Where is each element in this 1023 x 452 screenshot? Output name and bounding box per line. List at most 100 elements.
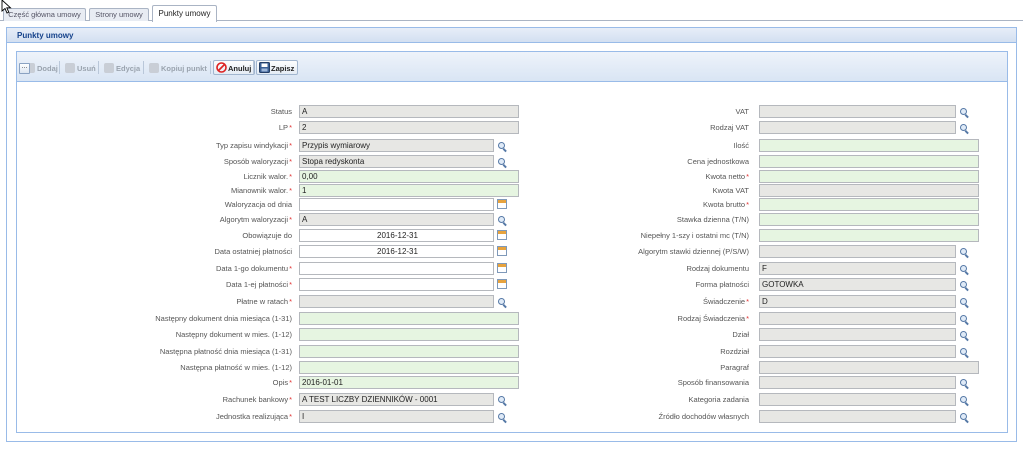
opis-field[interactable]: 2016-01-01: [299, 376, 519, 389]
jednostka-realizujaca-field[interactable]: I: [299, 410, 494, 423]
nastepny-dokument-dnia-miesiaca-1-31-field[interactable]: [299, 312, 519, 325]
ilosc-field[interactable]: [759, 139, 979, 152]
rodzaj-vat-field[interactable]: [759, 121, 956, 134]
calendar-icon[interactable]: [497, 279, 507, 289]
kwota-brutto-field[interactable]: [759, 198, 979, 211]
edit-button[interactable]: Edycja: [101, 60, 144, 75]
nastepna-platnosc-w-mies-1-12-field[interactable]: [299, 361, 519, 374]
dzial-label-text: Dział: [732, 330, 749, 339]
sposob-waloryzacji-field[interactable]: Stopa redyskonta: [299, 155, 494, 168]
search-icon[interactable]: [959, 330, 970, 342]
search-icon[interactable]: [959, 280, 970, 292]
ilosc-label: Ilość: [734, 141, 749, 150]
calendar-icon[interactable]: [497, 230, 507, 240]
zrodlo-dochodow-wlasnych-field[interactable]: [759, 410, 956, 423]
toolbar-separator: [98, 61, 99, 74]
rodzaj-dokumentu-field[interactable]: F: [759, 262, 956, 275]
kwota-brutto-label: Kwota brutto*: [703, 200, 749, 209]
search-icon[interactable]: [497, 297, 508, 309]
status-field[interactable]: A: [299, 105, 519, 118]
search-icon[interactable]: [497, 395, 508, 407]
cena-jednostkowa-field[interactable]: [759, 155, 979, 168]
toolbar: Dodaj Usuń Edycja Kopiuj punkt Anuluj Za…: [17, 52, 1007, 82]
dzial-field[interactable]: [759, 328, 956, 341]
search-icon[interactable]: [959, 247, 970, 259]
waloryzacja-od-dnia-field[interactable]: [299, 198, 494, 211]
search-icon[interactable]: [959, 378, 970, 390]
kwota-netto-field[interactable]: [759, 170, 979, 183]
more-options-button[interactable]: ...: [19, 63, 30, 74]
search-icon[interactable]: [497, 141, 508, 153]
nastepna-platnosc-w-mies-1-12-label-text: Następna płatność w mies. (1-12): [180, 363, 292, 372]
search-icon[interactable]: [959, 314, 970, 326]
stawka-dzienna-t-n-field[interactable]: [759, 213, 979, 226]
paragraf-field[interactable]: [759, 361, 979, 374]
rozdzial-field[interactable]: [759, 345, 956, 358]
required-marker: *: [289, 172, 292, 181]
rachunek-bankowy-field[interactable]: A TEST LICZBY DZIENNIKÓW - 0001: [299, 393, 494, 406]
tab-bar: Część główna umowy Strony umowy Punkty u…: [0, 0, 1023, 22]
nastepny-dokument-w-mies-1-12-field[interactable]: [299, 328, 519, 341]
algorytm-stawki-dziennej-p-s-w-label-text: Algorytm stawki dziennej (P/S/W): [638, 247, 749, 256]
search-icon[interactable]: [959, 123, 970, 135]
lp-field[interactable]: 2: [299, 121, 519, 134]
kwota-brutto-label-text: Kwota brutto: [702, 200, 746, 209]
save-button[interactable]: Zapisz: [256, 60, 299, 75]
kwota-vat-label: Kwota VAT: [713, 186, 749, 195]
niepelny-1-szy-i-ostatni-mc-t-n-field[interactable]: [759, 229, 979, 242]
platne-w-ratach-field[interactable]: [299, 295, 494, 308]
required-marker: *: [289, 141, 292, 150]
swiadczenie-label: Świadczenie*: [703, 297, 749, 306]
search-icon[interactable]: [497, 412, 508, 424]
rodzaj-dokumentu-label: Rodzaj dokumentu: [686, 264, 749, 273]
zrodlo-dochodow-wlasnych-label-text: Źródło dochodów własnych: [658, 412, 749, 421]
search-icon[interactable]: [497, 215, 508, 227]
nastepna-platnosc-dnia-miesiaca-1-31-field[interactable]: [299, 345, 519, 358]
zrodlo-dochodow-wlasnych-label: Źródło dochodów własnych: [659, 412, 749, 421]
data-ostatniej-platnosci-field[interactable]: 2016-12-31: [299, 245, 494, 258]
sposob-finansowania-field[interactable]: [759, 376, 956, 389]
kategoria-zadania-field[interactable]: [759, 393, 956, 406]
licznik-walor-field[interactable]: 0,00: [299, 170, 519, 183]
search-icon[interactable]: [959, 297, 970, 309]
kategoria-zadania-label: Kategoria zadania: [689, 395, 749, 404]
swiadczenie-field[interactable]: D: [759, 295, 956, 308]
typ-zapisu-windykacji-field[interactable]: Przypis wymiarowy: [299, 139, 494, 152]
data-1-ej-platnosci-field[interactable]: [299, 278, 494, 291]
search-icon[interactable]: [959, 107, 970, 119]
calendar-icon[interactable]: [497, 263, 507, 273]
tab-contract-parties[interactable]: Strony umowy: [89, 8, 149, 21]
data-ostatniej-platnosci-label-text: Data ostatniej płatności: [214, 247, 292, 256]
rodzaj-vat-label: Rodzaj VAT: [710, 123, 749, 132]
search-icon[interactable]: [959, 412, 970, 424]
algorytm-waloryzacji-field[interactable]: A: [299, 213, 494, 226]
rodzaj-swiadczenia-field[interactable]: [759, 312, 956, 325]
search-icon[interactable]: [959, 264, 970, 276]
toolbar-separator: [253, 61, 254, 74]
copy-item-button[interactable]: Kopiuj punkt: [146, 60, 211, 75]
tab-main-contract[interactable]: Część główna umowy: [3, 8, 86, 21]
kwota-vat-field[interactable]: [759, 184, 979, 197]
ilosc-label-text: Ilość: [733, 141, 749, 150]
mianownik-walor-field[interactable]: 1: [299, 184, 519, 197]
calendar-icon[interactable]: [497, 199, 507, 209]
vat-label-text: VAT: [735, 107, 749, 116]
forma-platnosci-label: Forma płatności: [696, 280, 749, 289]
calendar-icon[interactable]: [497, 246, 507, 256]
delete-button[interactable]: Usuń: [62, 60, 100, 75]
search-icon[interactable]: [497, 157, 508, 169]
waloryzacja-od-dnia-label: Waloryzacja od dnia: [225, 200, 292, 209]
data-1-go-dokumentu-field[interactable]: [299, 262, 494, 275]
cancel-button[interactable]: Anuluj: [213, 60, 256, 75]
swiadczenie-label-text: Świadczenie: [702, 297, 746, 306]
algorytm-waloryzacji-label-text: Algorytm waloryzacji: [219, 215, 289, 224]
forma-platnosci-field[interactable]: GOTOWKA: [759, 278, 956, 291]
tab-contract-items[interactable]: Punkty umowy: [152, 5, 217, 22]
search-icon[interactable]: [959, 395, 970, 407]
opis-label: Opis*: [273, 378, 292, 387]
search-icon[interactable]: [959, 347, 970, 359]
algorytm-stawki-dziennej-p-s-w-field[interactable]: [759, 245, 956, 258]
obowiazuje-do-label: Obowiązuje do: [242, 231, 292, 240]
vat-field[interactable]: [759, 105, 956, 118]
obowiazuje-do-field[interactable]: 2016-12-31: [299, 229, 494, 242]
